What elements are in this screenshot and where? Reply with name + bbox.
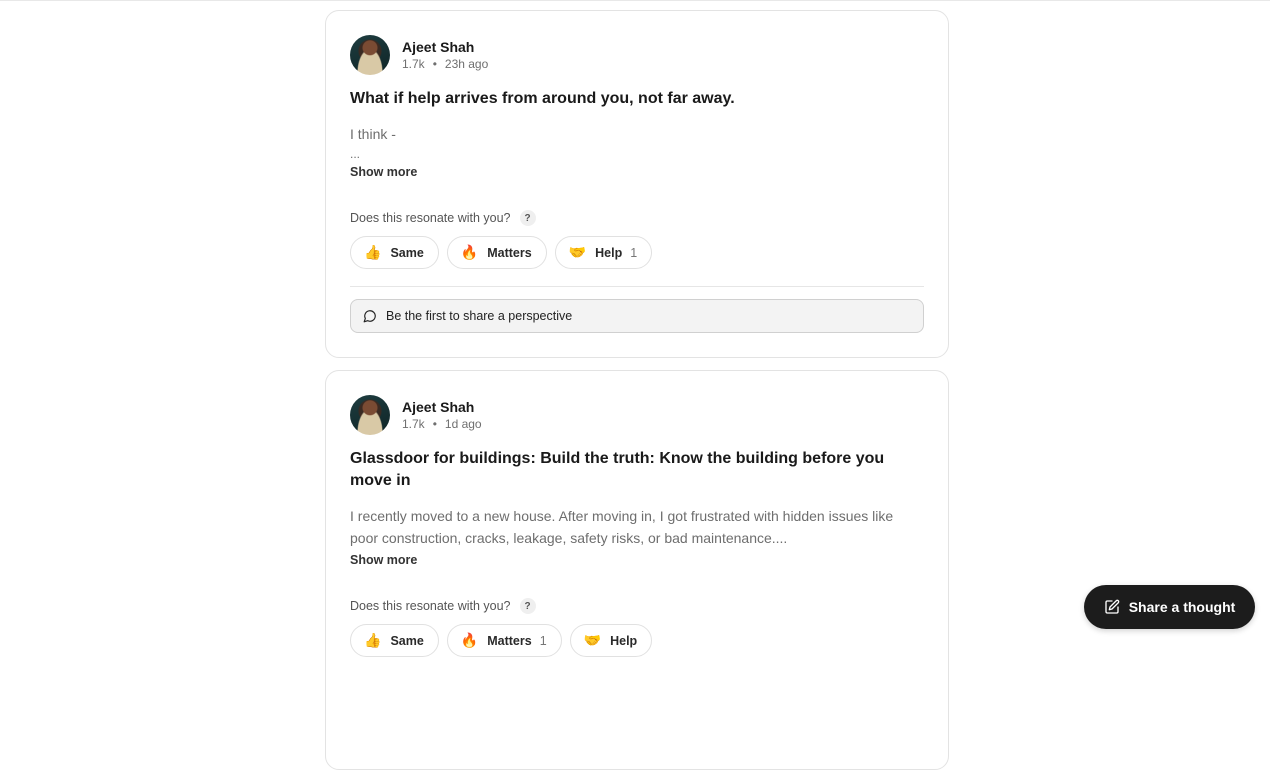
resonate-label: Does this resonate with you?	[350, 211, 511, 225]
comment-icon	[363, 310, 376, 323]
post-time: 23h ago	[444, 56, 489, 71]
share-thought-label: Share a thought	[1128, 599, 1236, 615]
reaction-same-button[interactable]: 👍 Same	[350, 236, 439, 269]
post-time: 1d ago	[444, 416, 482, 431]
help-tooltip-icon[interactable]: ?	[519, 210, 536, 226]
post-excerpt: I recently moved to a new house. After m…	[350, 508, 894, 546]
follower-count: 1.7k	[402, 56, 425, 71]
share-thought-button[interactable]: Share a thought	[1084, 585, 1255, 629]
reaction-label: Help	[610, 633, 638, 648]
show-more-link[interactable]: Show more	[350, 165, 417, 179]
fire-icon: 🔥	[460, 244, 479, 261]
share-perspective-button[interactable]: Be the first to share a perspective	[350, 299, 924, 333]
reaction-label: Help	[595, 245, 623, 260]
author-meta: Ajeet Shah 1.7k • 23h ago	[402, 39, 488, 72]
thumbs-up-icon: 👍	[364, 244, 382, 261]
post-card: Ajeet Shah 1.7k • 1d ago Glassdoor for b…	[325, 370, 949, 770]
post-title[interactable]: Glassdoor for buildings: Build the truth…	[350, 448, 924, 492]
reaction-count: 1	[630, 245, 638, 260]
card-divider	[350, 286, 924, 287]
post-author: Ajeet Shah 1.7k • 23h ago	[350, 35, 924, 75]
thumbs-up-icon: 👍	[364, 632, 382, 649]
perspective-prompt: Be the first to share a perspective	[386, 309, 573, 323]
top-divider	[0, 0, 1270, 1]
reaction-bar: 👍 Same 🔥 Matters 🤝 Help 1	[350, 236, 924, 269]
reaction-same-button[interactable]: 👍 Same	[350, 624, 439, 657]
reaction-label: Matters	[487, 245, 532, 260]
author-meta: Ajeet Shah 1.7k • 1d ago	[402, 399, 482, 432]
resonate-prompt: Does this resonate with you? ?	[350, 598, 924, 614]
post-title[interactable]: What if help arrives from around you, no…	[350, 88, 924, 110]
help-tooltip-icon[interactable]: ?	[519, 598, 536, 614]
resonate-label: Does this resonate with you?	[350, 599, 511, 613]
edit-icon	[1105, 599, 1120, 614]
reaction-count: 1	[539, 633, 547, 648]
follower-count: 1.7k	[402, 416, 425, 431]
show-more-link[interactable]: Show more	[350, 553, 417, 567]
author-stats: 1.7k • 1d ago	[402, 416, 482, 432]
reaction-help-button[interactable]: 🤝 Help	[569, 624, 653, 657]
reaction-help-button[interactable]: 🤝 Help 1	[554, 236, 653, 269]
excerpt-text: I think -	[350, 126, 396, 142]
reaction-label: Same	[390, 245, 424, 260]
author-avatar[interactable]	[350, 35, 390, 75]
author-stats: 1.7k • 23h ago	[402, 56, 488, 72]
handshake-icon: 🤝	[583, 632, 602, 649]
reaction-matters-button[interactable]: 🔥 Matters 1	[446, 624, 562, 657]
author-avatar[interactable]	[350, 395, 390, 435]
reaction-matters-button[interactable]: 🔥 Matters	[446, 236, 547, 269]
resonate-prompt: Does this resonate with you? ?	[350, 210, 924, 226]
post-card: Ajeet Shah 1.7k • 23h ago What if help a…	[325, 10, 949, 358]
reaction-label: Same	[390, 633, 424, 648]
fire-icon: 🔥	[460, 632, 479, 649]
post-author: Ajeet Shah 1.7k • 1d ago	[350, 395, 924, 435]
reaction-bar: 👍 Same 🔥 Matters 1 🤝 Help	[350, 624, 924, 657]
author-name[interactable]: Ajeet Shah	[402, 399, 482, 416]
excerpt-ellipsis: ...	[350, 147, 361, 161]
handshake-icon: 🤝	[568, 244, 587, 261]
separator-dot: •	[432, 56, 437, 71]
post-excerpt: I think - ...	[350, 123, 924, 161]
post-feed: Ajeet Shah 1.7k • 23h ago What if help a…	[325, 10, 949, 782]
author-name[interactable]: Ajeet Shah	[402, 39, 488, 56]
reaction-label: Matters	[487, 633, 532, 648]
separator-dot: •	[432, 416, 437, 431]
